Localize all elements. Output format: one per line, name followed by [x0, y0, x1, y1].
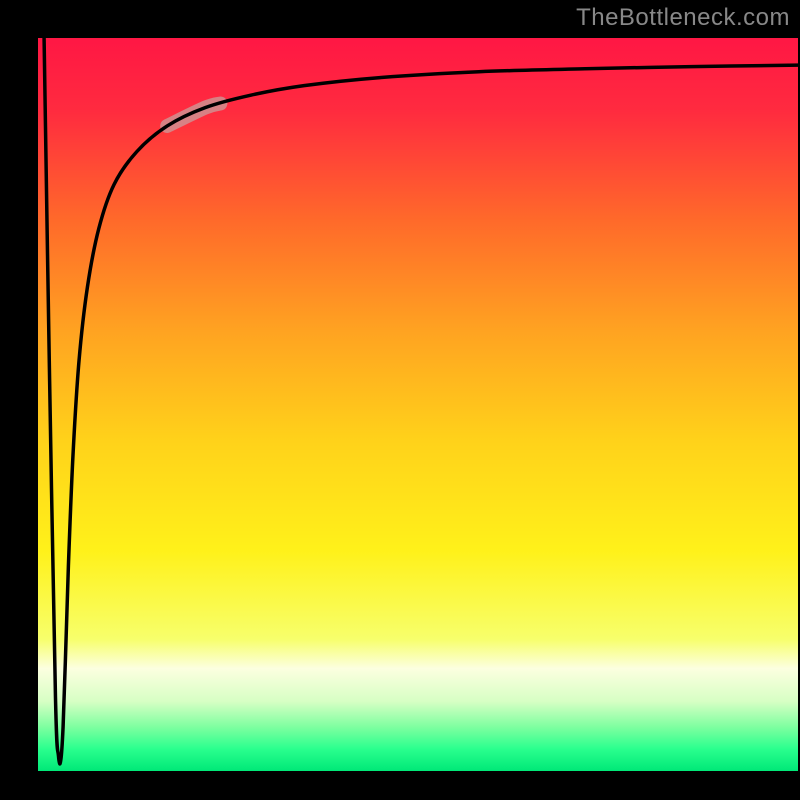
chart-stage: TheBottleneck.com — [0, 0, 800, 800]
plot-area — [38, 38, 798, 771]
frame-bottom — [0, 771, 800, 800]
frame-left — [0, 0, 38, 800]
bottleneck-chart — [0, 0, 800, 800]
watermark-label: TheBottleneck.com — [576, 4, 790, 32]
